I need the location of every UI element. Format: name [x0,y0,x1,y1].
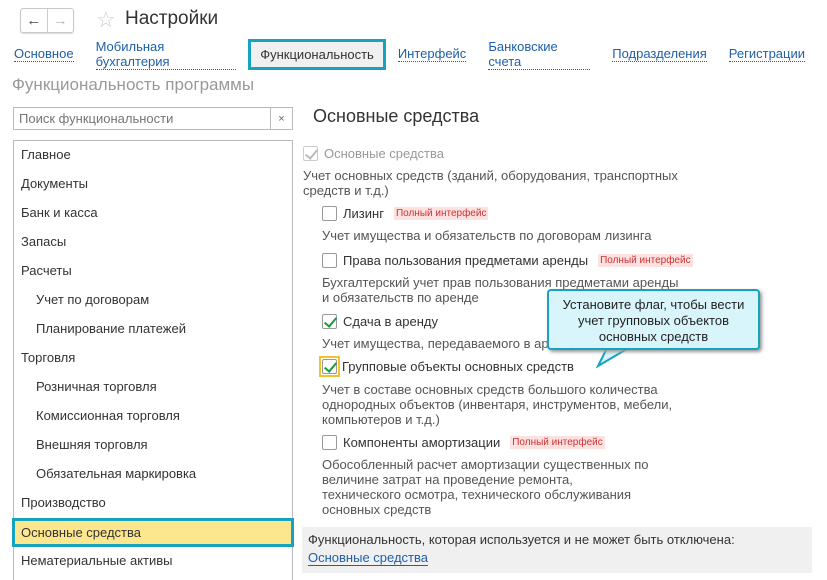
content-title: Основные средства [313,106,480,126]
main-option-label: Основные средства [324,146,444,161]
hint-callout: Установите флаг, чтобы вести учет группов… [547,289,760,350]
option-label: Групповые объекты основных средств [342,359,574,374]
option-label: Права пользования предметами аренды [343,253,589,268]
option-desc: Учет в составе основных средств большого… [322,382,673,427]
sidebar-item[interactable]: Внешняя торговля [14,431,292,460]
sidebar-item[interactable]: Документы [14,170,292,199]
sidebar-item[interactable]: Банк и касса [14,199,292,228]
sidebar-item-selected[interactable]: Основные средства [12,518,294,547]
star-icon[interactable]: ☆ [96,7,116,33]
option-desc: Учет имущества, передаваемого в аренду [322,336,578,351]
option-desc: Учет имущества и обязательств по договор… [322,228,652,243]
sidebar-item[interactable]: Нематериальные активы [14,547,292,576]
tab-main[interactable]: Основное [14,46,74,62]
tab-registrations[interactable]: Регистрации [728,46,805,62]
full-interface-badge: Полный интерфейс [598,254,693,267]
sidebar-item[interactable]: Учет по договорам [14,286,292,315]
option-label: Компоненты амортизации [343,435,501,450]
main-option: Основные средства Учет основных средств … [303,146,678,198]
sidebar-item[interactable]: Расчеты [14,257,292,286]
lease-rights-checkbox[interactable] [322,253,337,268]
tab-interface[interactable]: Интерфейс [397,46,467,62]
sidebar-item[interactable]: Обязательная маркировка [14,460,292,489]
fixed-assets-link[interactable]: Основные средства [308,551,428,566]
locked-functionality-panel: Функциональность, которая используется и… [302,527,812,573]
group-objects-checkbox[interactable] [322,359,337,374]
rent-out-checkbox[interactable] [322,314,337,329]
option-label: Сдача в аренду [343,314,439,329]
main-option-desc: Учет основных средств (зданий, оборудова… [303,168,678,198]
clear-search-button[interactable]: × [270,108,292,129]
nav-buttons: ← → [20,8,74,33]
tab-bank-accounts[interactable]: Банковские счета [488,39,591,70]
section-title: Функциональность программы [12,75,255,94]
back-button[interactable]: ← [21,9,48,32]
option-label: Лизинг [343,206,384,221]
sidebar-item[interactable]: Запасы [14,228,292,257]
tab-bar: Основное Мобильная бухгалтерия Функциона… [14,38,827,70]
tab-mobile[interactable]: Мобильная бухгалтерия [95,39,237,70]
option-desc: Обособленный расчет амортизации существе… [322,457,649,517]
full-interface-badge: Полный интерфейс [510,436,605,449]
search-input[interactable] [14,108,270,129]
page-title: Настройки [125,8,219,29]
sidebar-list: Главное Документы Банк и касса Запасы Ра… [12,140,294,580]
sidebar-item[interactable]: Главное [14,141,292,170]
option-leasing: Лизинг Полный интерфейс Учет имущества и … [322,206,652,243]
tab-departments[interactable]: Подразделения [612,46,707,62]
main-checkbox[interactable] [303,146,318,161]
sidebar-item[interactable]: Производство [14,489,292,518]
sidebar-item[interactable]: Комиссионная торговля [14,402,292,431]
locked-functionality-text: Функциональность, которая используется и… [308,532,735,547]
leasing-checkbox[interactable] [322,206,337,221]
sidebar-item[interactable]: Планирование платежей [14,315,292,344]
option-depreciation-components: Компоненты амортизации Полный интерфейс О… [322,435,649,517]
tab-functionality[interactable]: Функциональность [248,38,386,70]
sidebar-item[interactable]: Торговля [14,344,292,373]
sidebar-item[interactable]: Розничная торговля [14,373,292,402]
depreciation-checkbox[interactable] [322,435,337,450]
forward-button[interactable]: → [48,9,74,32]
option-rent-out: Сдача в аренду Учет имущества, передавае… [322,314,577,351]
search-box: × [13,107,293,130]
full-interface-badge: Полный интерфейс [393,207,489,220]
